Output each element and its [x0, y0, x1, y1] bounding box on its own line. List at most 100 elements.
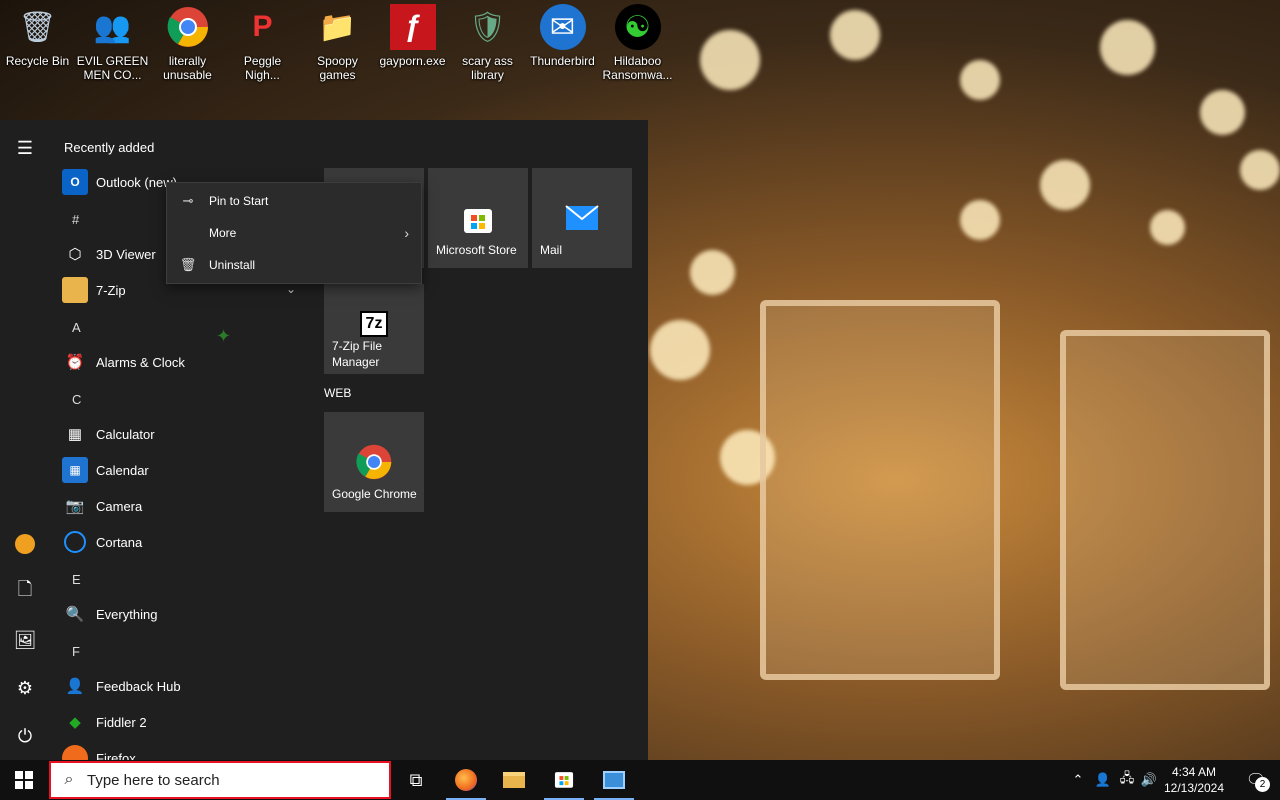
desktop-icons: 🗑 Recycle Bin 👥 EVIL GREEN MEN CO... lit…	[0, 4, 675, 82]
app-outlook-new[interactable]: O Outlook (new)	[62, 164, 177, 200]
taskbar-clock[interactable]: 4:34 AM 12/13/2024	[1158, 764, 1230, 796]
taskbar-firefox[interactable]	[442, 760, 490, 800]
calculator-icon: ▦	[67, 426, 83, 443]
cube-icon: ⬡	[68, 246, 82, 263]
letter-hash-header[interactable]: #	[72, 212, 79, 227]
user-account-button[interactable]	[0, 524, 50, 564]
tray-people-icon[interactable]: 👤	[1092, 760, 1114, 800]
outlook-icon: O	[62, 169, 88, 195]
app-cortana[interactable]: Cortana	[62, 524, 142, 560]
desktop-icon-thunderbird[interactable]: ✉ Thunderbird	[525, 4, 600, 82]
desktop-icon-gayporn-exe[interactable]: ƒ gayporn.exe	[375, 4, 450, 82]
clock-icon: ⏰	[65, 354, 85, 371]
search-input[interactable]	[87, 771, 367, 789]
taskbar-search-box[interactable]: ⌕	[49, 761, 391, 799]
app-calendar[interactable]: ▦ Calendar	[62, 452, 149, 488]
cursor-icon: ✦	[216, 326, 232, 346]
desktop-icon-green-men[interactable]: 👥 EVIL GREEN MEN CO...	[75, 4, 150, 83]
app-camera[interactable]: 📷 Camera	[62, 488, 143, 524]
flash-icon: ƒ	[389, 4, 436, 50]
start-button[interactable]	[0, 760, 48, 800]
peggle-icon: P	[252, 10, 273, 43]
clock-date: 12/13/2024	[1163, 781, 1225, 795]
app-everything[interactable]: 🔍 Everything	[62, 596, 158, 632]
app-alarms-clock[interactable]: ⏰ Alarms & Clock	[62, 344, 185, 380]
search-icon: ⌕	[64, 771, 74, 788]
tile-microsoft-store[interactable]: Microsoft Store	[428, 168, 528, 268]
context-menu: ⊸ Pin to Start More › 🗑 Uninstall	[166, 182, 422, 284]
feedback-icon: 👤	[65, 678, 85, 695]
person-icon: 👤	[1094, 772, 1112, 787]
cortana-icon	[62, 529, 88, 555]
tray-network-icon[interactable]: 🖧	[1116, 760, 1138, 800]
desktop-icon-scary-library[interactable]: 🛡 scary ass library	[450, 4, 525, 83]
notification-badge: 2	[1255, 777, 1270, 792]
taskbar: ⌕ ⧉ ⌃ 👤 🖧 🔊 4:34 AM 12/13/2024 🗨 2	[0, 760, 1280, 800]
start-menu: ☰ 🗋 🖼 ⚙ ⏻ Recently added O Outlook (new)…	[0, 120, 648, 760]
letter-c-header[interactable]: C	[72, 392, 81, 407]
task-view-button[interactable]: ⧉	[392, 760, 440, 800]
tile-google-chrome[interactable]: Google Chrome	[324, 412, 424, 512]
store-bag-icon	[458, 198, 498, 238]
app-7zip-folder[interactable]: 7-Zip	[62, 272, 126, 308]
start-rail: ☰ 🗋 🖼 ⚙ ⏻	[0, 120, 50, 760]
chrome-icon	[165, 4, 211, 50]
gear-icon: ⚙	[16, 677, 34, 698]
app-3d-viewer[interactable]: ⬡ 3D Viewer	[62, 236, 155, 272]
library-icon: 🛡	[468, 10, 507, 44]
document-icon: 🗋	[17, 579, 33, 599]
firefox-icon	[455, 769, 477, 791]
control-panel-icon	[603, 771, 625, 789]
show-hidden-icons-button[interactable]: ⌃	[1068, 760, 1088, 800]
app-feedback-hub[interactable]: 👤 Feedback Hub	[62, 668, 181, 704]
fiddler-icon: ◆	[69, 714, 81, 731]
user-avatar-icon	[15, 534, 35, 554]
firefox-icon	[62, 745, 88, 760]
taskbar-file-explorer[interactable]	[490, 760, 538, 800]
store-bag-icon	[553, 767, 575, 794]
group-label-web[interactable]: WEB	[324, 386, 351, 400]
mail-envelope-icon	[562, 198, 602, 238]
app-calculator[interactable]: ▦ Calculator	[62, 416, 155, 452]
chevron-down-icon[interactable]: ⌄	[286, 282, 296, 296]
network-icon: 🖧	[1119, 770, 1135, 785]
desktop-icon-spoopy-games[interactable]: 📁 Spoopy games	[300, 4, 375, 83]
folder-icon	[503, 772, 525, 788]
chevron-up-icon: ⌃	[1072, 772, 1084, 787]
clock-time: 4:34 AM	[1171, 765, 1217, 779]
taskbar-control-panel[interactable]	[590, 760, 638, 800]
folder-icon	[62, 277, 88, 303]
settings-button[interactable]: ⚙	[0, 668, 50, 708]
pin-icon: ⊸	[182, 193, 194, 208]
green-men-icon: 👥	[93, 10, 132, 44]
tile-mail[interactable]: Mail	[532, 168, 632, 268]
recently-added-heading: Recently added	[64, 140, 155, 155]
context-pin-to-start[interactable]: ⊸ Pin to Start	[167, 185, 423, 217]
app-fiddler[interactable]: ◆ Fiddler 2	[62, 704, 146, 740]
letter-f-header[interactable]: F	[72, 644, 80, 659]
letter-e-header[interactable]: E	[72, 572, 81, 587]
pictures-button[interactable]: 🖼	[0, 620, 50, 660]
app-firefox[interactable]: Firefox	[62, 740, 136, 760]
documents-button[interactable]: 🗋	[0, 572, 50, 612]
recycle-bin-icon: 🗑	[18, 10, 57, 44]
taskbar-microsoft-store[interactable]	[540, 760, 588, 800]
hamburger-menu-button[interactable]: ☰	[0, 128, 50, 168]
desktop-icon-peggle[interactable]: P Peggle Nigh...	[225, 4, 300, 82]
desktop-icon-recycle-bin[interactable]: 🗑 Recycle Bin	[0, 4, 75, 82]
desktop-icon-hildaboo[interactable]: ☯ Hildaboo Ransomwa...	[600, 4, 675, 82]
chrome-icon	[354, 442, 394, 482]
camera-icon: 📷	[65, 498, 85, 515]
tray-volume-icon[interactable]: 🔊	[1138, 760, 1160, 800]
power-button[interactable]: ⏻	[0, 716, 50, 756]
calendar-icon: ▦	[62, 457, 88, 483]
tile-7zip-file-manager[interactable]: 7z 7-Zip File Manager	[324, 284, 424, 374]
desktop-icon-literally-unusable[interactable]: literally unusable	[150, 4, 225, 82]
magnifier-icon: 🔍	[65, 606, 85, 623]
hamburger-icon: ☰	[16, 137, 34, 158]
context-more[interactable]: More ›	[167, 217, 423, 249]
chevron-right-icon: ›	[404, 225, 409, 241]
context-uninstall[interactable]: 🗑 Uninstall	[167, 249, 423, 281]
action-center-button[interactable]: 🗨 2	[1236, 760, 1276, 800]
letter-a-header[interactable]: A	[72, 320, 81, 335]
